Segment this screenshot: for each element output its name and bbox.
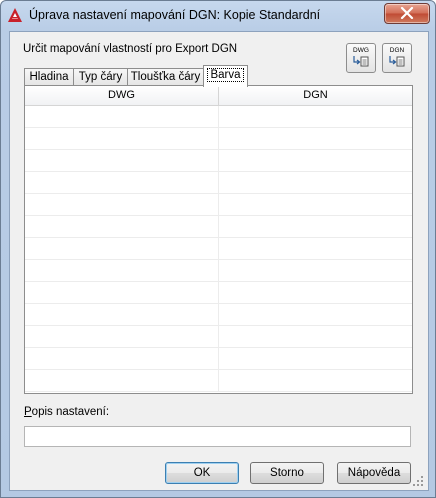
grid-body (25, 106, 412, 393)
description-input[interactable] (24, 426, 411, 447)
window-title: Úprava nastavení mapování DGN: Kopie Sta… (29, 8, 321, 22)
tab-typ-cary-label: Typ čáry (78, 71, 123, 83)
column-header-dwg[interactable]: DWG (25, 86, 219, 106)
dwg-cell[interactable] (25, 238, 219, 259)
dwg-cell[interactable] (25, 370, 219, 391)
dgn-cell[interactable] (219, 282, 412, 303)
grid-header: DWG DGN (25, 86, 412, 106)
table-row[interactable] (25, 106, 412, 128)
mapping-heading: Určit mapování vlastností pro Export DGN (23, 43, 238, 55)
dgn-to-dwg-button[interactable]: DGN (382, 43, 412, 73)
table-row[interactable] (25, 238, 412, 260)
description-label-mnemonic: P (24, 406, 32, 418)
table-row[interactable] (25, 326, 412, 348)
tab-typ-cary[interactable]: Typ čáry (73, 68, 128, 86)
dwg-cell[interactable] (25, 348, 219, 369)
table-row[interactable] (25, 370, 412, 392)
table-row[interactable] (25, 194, 412, 216)
autocad-logo-icon (8, 8, 22, 22)
tab-tloustka-cary[interactable]: Tloušťka čáry (127, 68, 204, 86)
resize-grip-icon[interactable] (412, 475, 424, 487)
dwg-to-dgn-button[interactable]: DWG (346, 43, 376, 73)
dgn-cell[interactable] (219, 260, 412, 281)
tab-hladina-label: Hladina (29, 71, 69, 83)
close-icon (400, 7, 414, 19)
dwg-cell[interactable] (25, 216, 219, 237)
dwg-cell[interactable] (25, 106, 219, 127)
ok-button[interactable]: OK (165, 462, 239, 484)
column-header-dgn[interactable]: DGN (219, 86, 412, 106)
dwg-to-dgn-icon (353, 56, 369, 67)
mapping-grid[interactable]: DWG DGN (24, 85, 413, 394)
title-bar[interactable]: Úprava nastavení mapování DGN: Kopie Sta… (1, 1, 435, 31)
table-row[interactable] (25, 260, 412, 282)
dgn-cell[interactable] (219, 238, 412, 259)
dialog-window: Úprava nastavení mapování DGN: Kopie Sta… (0, 0, 436, 498)
table-row[interactable] (25, 348, 412, 370)
dgn-to-dwg-icon (389, 56, 405, 67)
dgn-button-label: DGN (389, 47, 405, 54)
table-row[interactable] (25, 128, 412, 150)
close-button[interactable] (384, 3, 430, 24)
dialog-client-area: Určit mapování vlastností pro Export DGN… (9, 31, 429, 491)
description-label: Popis nastavení: (24, 406, 109, 418)
dwg-button-label: DWG (353, 47, 369, 54)
help-button[interactable]: Nápověda (337, 462, 411, 484)
dwg-cell[interactable] (25, 150, 219, 171)
dgn-cell[interactable] (219, 172, 412, 193)
dgn-cell[interactable] (219, 128, 412, 149)
dgn-cell[interactable] (219, 194, 412, 215)
dwg-cell[interactable] (25, 326, 219, 347)
dwg-cell[interactable] (25, 128, 219, 149)
dgn-cell[interactable] (219, 304, 412, 325)
table-row[interactable] (25, 172, 412, 194)
dwg-cell[interactable] (25, 260, 219, 281)
description-label-text: opis nastavení: (31, 406, 110, 418)
tab-tloustka-cary-label: Tloušťka čáry (130, 71, 201, 83)
table-row[interactable] (25, 282, 412, 304)
dgn-cell[interactable] (219, 348, 412, 369)
cancel-button[interactable]: Storno (250, 462, 324, 484)
dgn-cell[interactable] (219, 370, 412, 391)
tab-hladina[interactable]: Hladina (24, 68, 74, 86)
dgn-cell[interactable] (219, 150, 412, 171)
tab-barva[interactable]: Barva (203, 65, 248, 87)
dgn-cell[interactable] (219, 106, 412, 127)
dwg-cell[interactable] (25, 172, 219, 193)
table-row[interactable] (25, 304, 412, 326)
dwg-cell[interactable] (25, 304, 219, 325)
dgn-cell[interactable] (219, 216, 412, 237)
table-row[interactable] (25, 216, 412, 238)
dwg-cell[interactable] (25, 282, 219, 303)
table-row[interactable] (25, 150, 412, 172)
dwg-cell[interactable] (25, 194, 219, 215)
dgn-cell[interactable] (219, 326, 412, 347)
tab-barva-label: Barva (207, 68, 244, 82)
